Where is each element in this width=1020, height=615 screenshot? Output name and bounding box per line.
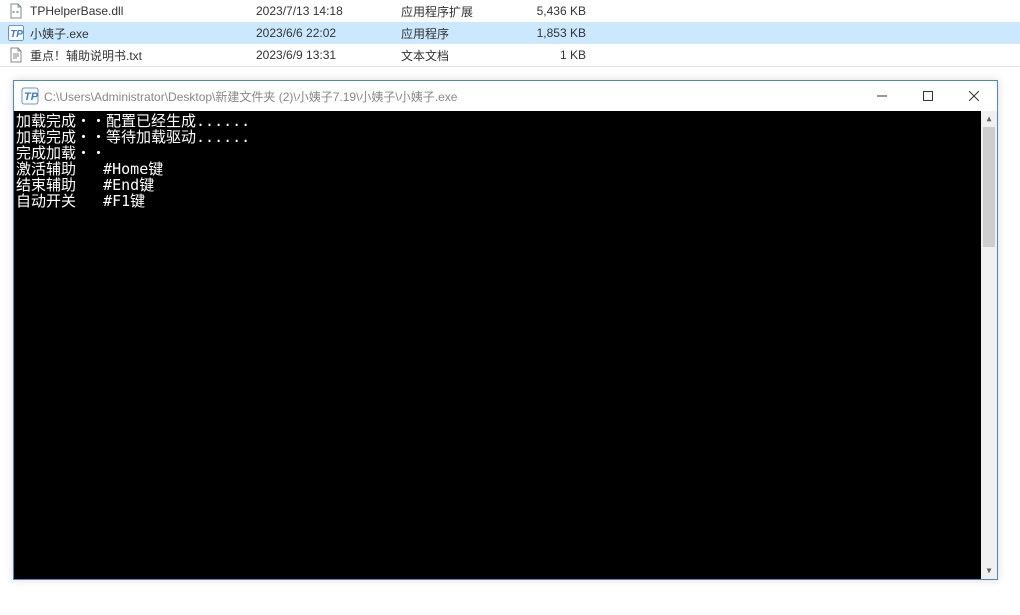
console-line: 结束辅助 #End键 bbox=[16, 177, 997, 193]
svg-text:TP: TP bbox=[24, 91, 39, 103]
close-button[interactable] bbox=[951, 81, 997, 111]
tp-icon: TP bbox=[20, 86, 40, 106]
console-line: 加载完成・・等待加载驱动...... bbox=[16, 129, 997, 145]
minimize-button[interactable] bbox=[859, 81, 905, 111]
maximize-button[interactable] bbox=[905, 81, 951, 111]
file-row[interactable]: TP 小姨子.exe 2023/6/6 22:02应用程序1,853 KB bbox=[0, 22, 1020, 44]
tp-icon: TP bbox=[8, 25, 24, 41]
file-list: TPHelperBase.dll 2023/7/13 14:18应用程序扩展5,4… bbox=[0, 0, 1020, 67]
console-line: 自动开关 #F1键 bbox=[16, 193, 997, 209]
console-line: 激活辅助 #Home键 bbox=[16, 161, 997, 177]
scroll-thumb[interactable] bbox=[983, 127, 995, 247]
window-controls bbox=[859, 81, 997, 111]
file-size: 5,436 KB bbox=[516, 4, 596, 18]
svg-text:TP: TP bbox=[10, 29, 23, 40]
txt-icon bbox=[8, 47, 24, 63]
file-name: 小姨子.exe bbox=[30, 25, 89, 42]
file-size: 1 KB bbox=[516, 48, 596, 62]
file-date: 2023/7/13 14:18 bbox=[256, 4, 401, 18]
dll-icon bbox=[8, 3, 24, 19]
file-row[interactable]: 重点！辅助说明书.txt 2023/6/9 13:31文本文档1 KB bbox=[0, 44, 1020, 66]
console-body[interactable]: 加载完成・・配置已经生成......加载完成・・等待加载驱动......完成加载… bbox=[14, 111, 997, 579]
file-name: TPHelperBase.dll bbox=[30, 4, 123, 18]
console-line: 加载完成・・配置已经生成...... bbox=[16, 113, 997, 129]
file-type: 文本文档 bbox=[401, 47, 516, 64]
file-type: 应用程序扩展 bbox=[401, 3, 516, 20]
file-date: 2023/6/9 13:31 bbox=[256, 48, 401, 62]
file-type: 应用程序 bbox=[401, 25, 516, 42]
scroll-down-icon[interactable]: ▼ bbox=[981, 563, 997, 579]
scrollbar[interactable]: ▲ ▼ bbox=[981, 111, 997, 579]
file-size: 1,853 KB bbox=[516, 26, 596, 40]
titlebar[interactable]: TP C:\Users\Administrator\Desktop\新建文件夹 … bbox=[14, 81, 997, 111]
scroll-up-icon[interactable]: ▲ bbox=[981, 111, 997, 127]
file-date: 2023/6/6 22:02 bbox=[256, 26, 401, 40]
file-row[interactable]: TPHelperBase.dll 2023/7/13 14:18应用程序扩展5,4… bbox=[0, 0, 1020, 22]
console-window: TP C:\Users\Administrator\Desktop\新建文件夹 … bbox=[13, 80, 998, 580]
window-title: C:\Users\Administrator\Desktop\新建文件夹 (2)… bbox=[44, 88, 859, 105]
console-line: 完成加载・・ bbox=[16, 145, 997, 161]
file-name: 重点！辅助说明书.txt bbox=[30, 47, 142, 64]
